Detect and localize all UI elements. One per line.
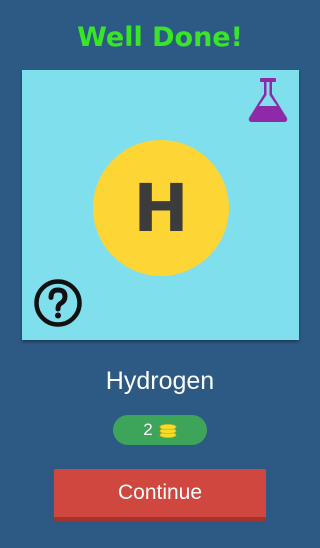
flask-icon (248, 78, 288, 122)
coins-badge: 2 (113, 415, 207, 445)
question-icon[interactable] (33, 278, 83, 328)
continue-button[interactable]: Continue (54, 469, 266, 521)
page-title: Well Done! (77, 22, 243, 53)
element-circle: H (93, 140, 229, 276)
element-name: Hydrogen (105, 367, 215, 395)
element-symbol: H (133, 170, 189, 247)
element-card: H (22, 70, 299, 340)
coins-count: 2 (143, 420, 153, 439)
coins-icon (159, 424, 177, 438)
